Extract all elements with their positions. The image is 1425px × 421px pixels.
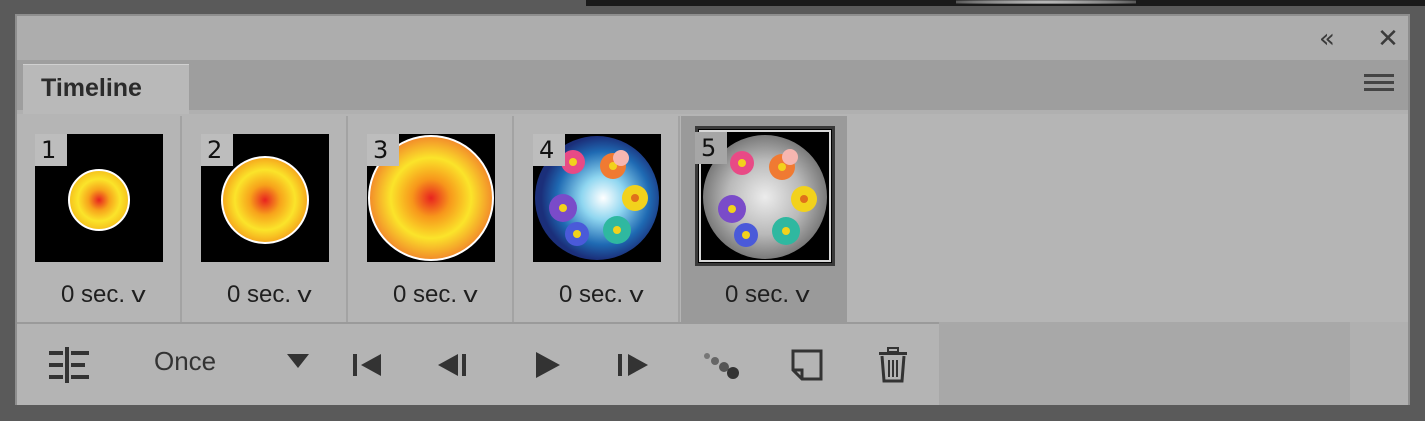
chevron-down-icon: v: [463, 282, 478, 307]
tab-timeline[interactable]: Timeline: [23, 64, 189, 114]
first-frame-icon[interactable]: [347, 324, 387, 405]
frame-delay-value: 0 sec.: [61, 281, 126, 308]
trash-icon[interactable]: [871, 324, 915, 405]
timeline-panel: « ✕ Timeline 1 0 sec. v 2 0 sec. v 3 0 s…: [15, 14, 1410, 405]
panel-titlebar: « ✕: [17, 16, 1408, 60]
frame-delay-dropdown[interactable]: 0 sec. v: [559, 281, 644, 309]
frame-strip: 1 0 sec. v 2 0 sec. v 3 0 sec. v 4 0 sec…: [17, 114, 1408, 322]
frame-delay-dropdown[interactable]: 0 sec. v: [61, 281, 146, 309]
duplicate-frame-icon[interactable]: [785, 324, 829, 405]
animation-frame-5[interactable]: 5 0 sec. v: [681, 116, 847, 322]
frame-delay-value: 0 sec.: [227, 281, 292, 308]
close-panel-icon[interactable]: ✕: [1373, 25, 1403, 53]
chevron-down-icon: v: [795, 282, 810, 307]
frame-delay-dropdown[interactable]: 0 sec. v: [393, 281, 478, 309]
frame-number: 1: [35, 134, 67, 166]
chevron-down-icon: v: [131, 282, 146, 307]
collapse-panel-icon[interactable]: «: [1312, 25, 1342, 53]
timeline-toolbar: Once: [17, 322, 939, 405]
background-canvas-strip: [586, 0, 1425, 6]
frame-number: 3: [367, 134, 399, 166]
frame-number: 4: [533, 134, 565, 166]
previous-frame-icon[interactable]: [431, 324, 475, 405]
animation-frame-1[interactable]: 1 0 sec. v: [17, 116, 182, 322]
tween-icon[interactable]: [699, 324, 743, 405]
panel-tab-bar: Timeline: [17, 60, 1408, 114]
frame-delay-value: 0 sec.: [393, 281, 458, 308]
play-icon[interactable]: [527, 324, 567, 405]
convert-to-video-timeline-icon[interactable]: [43, 324, 95, 405]
next-frame-icon[interactable]: [611, 324, 655, 405]
dropdown-arrow-icon[interactable]: [287, 354, 309, 368]
animation-frame-4[interactable]: 4 0 sec. v: [515, 116, 680, 322]
loop-options-dropdown[interactable]: Once: [154, 346, 216, 377]
chevron-down-icon: v: [629, 282, 644, 307]
frame-number: 5: [695, 132, 727, 164]
frame-delay-value: 0 sec.: [725, 281, 790, 308]
animation-frame-3[interactable]: 3 0 sec. v: [349, 116, 514, 322]
chevron-down-icon: v: [297, 282, 312, 307]
toolbar-end-area: [1350, 322, 1408, 405]
animation-frame-2[interactable]: 2 0 sec. v: [183, 116, 348, 322]
toolbar-empty-area: [939, 322, 1350, 405]
panel-menu-icon[interactable]: [1364, 74, 1394, 96]
canvas-highlight: [956, 0, 1136, 4]
frame-number: 2: [201, 134, 233, 166]
frame-delay-value: 0 sec.: [559, 281, 624, 308]
frame-delay-dropdown[interactable]: 0 sec. v: [725, 281, 810, 309]
frame-delay-dropdown[interactable]: 0 sec. v: [227, 281, 312, 309]
